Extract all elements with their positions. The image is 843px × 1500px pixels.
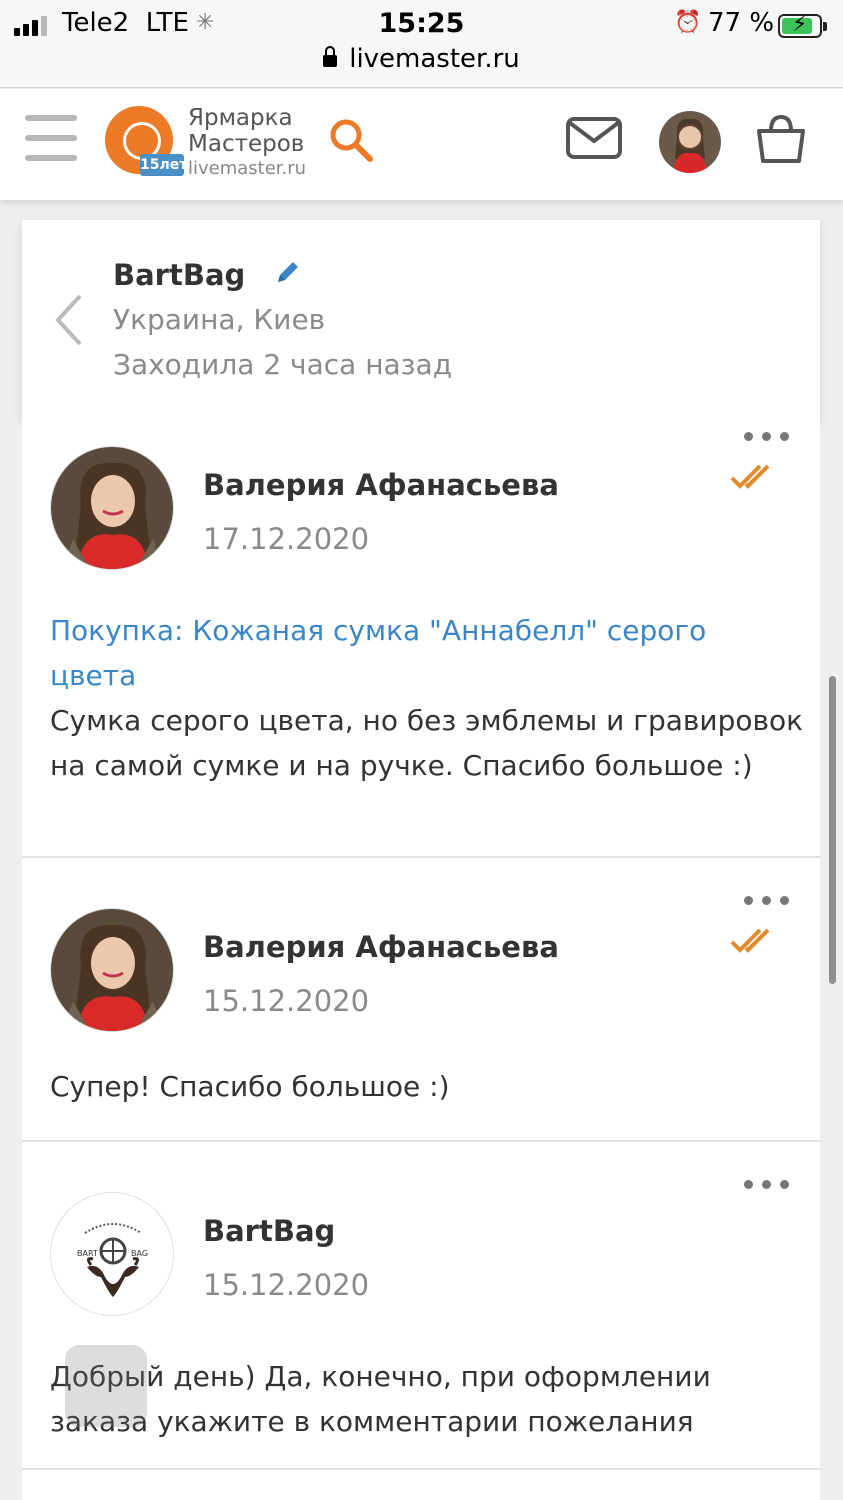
lock-icon [323, 46, 338, 67]
message-feed: Валерия Афанасьева 17.12.2020 Покупка: К… [22, 420, 820, 1500]
message-item: Валерия Афанасьева 17.12.2020 Покупка: К… [22, 420, 820, 858]
message-date: 17.12.2020 [203, 522, 370, 556]
mail-icon[interactable] [566, 117, 622, 159]
last-seen-status: Заходила 2 часа назад [113, 348, 453, 381]
logo-text: Ярмарка Мастеров [188, 105, 305, 157]
author-avatar[interactable]: BART BAG [50, 1192, 174, 1316]
author-name[interactable]: BartBag [203, 1214, 335, 1248]
author-avatar[interactable] [50, 446, 174, 570]
status-bar: Tele2 LTE ✳ 15:25 ⏰ 77 % ⚡ livemaster.ru [0, 0, 843, 88]
shop-name[interactable]: BartBag [113, 258, 245, 292]
read-receipt-icon [730, 464, 770, 489]
alarm-icon: ⏰ [674, 10, 702, 35]
author-avatar[interactable] [50, 908, 174, 1032]
pencil-icon[interactable] [274, 258, 302, 286]
conversation-header: BartBag Украина, Киев Заходила 2 часа на… [22, 220, 820, 420]
back-arrow-icon[interactable] [52, 292, 86, 348]
site-header: 15лет Ярмарка Мастеров livemaster.ru [0, 89, 843, 200]
floating-overlay-button[interactable] [65, 1345, 147, 1427]
message-text: Сумка серого цвета, но без эмблемы и гра… [50, 704, 804, 782]
menu-icon[interactable] [25, 115, 77, 167]
message-text: Супер! Спасибо большое :) [50, 1070, 450, 1103]
address-bar[interactable]: livemaster.ru [0, 44, 843, 74]
message-text: Добрый день) Да, конечно, при оформлении… [50, 1360, 711, 1438]
author-name[interactable]: Валерия Афанасьева [203, 930, 559, 964]
shop-location: Украина, Киев [113, 303, 326, 336]
read-receipt-icon [730, 928, 770, 953]
message-date: 15.12.2020 [203, 984, 370, 1018]
logo-url: livemaster.ru [188, 158, 307, 179]
battery-percent: 77 % [708, 8, 775, 38]
author-name[interactable]: Валерия Афанасьева [203, 468, 559, 502]
message-item: Валерия Афанасьева 15.12.2020 Супер! Спа… [22, 858, 820, 1142]
more-options-icon[interactable] [744, 432, 790, 442]
more-options-icon[interactable] [744, 1180, 790, 1190]
svg-text:BAG: BAG [131, 1249, 148, 1258]
url-text: livemaster.ru [349, 44, 520, 74]
scrollbar[interactable] [829, 676, 836, 984]
user-avatar[interactable] [659, 111, 721, 173]
purchase-link[interactable]: Покупка: Кожаная сумка "Аннабелл" серого… [50, 608, 770, 698]
more-options-icon[interactable] [744, 896, 790, 906]
anniversary-badge: 15лет [140, 154, 187, 176]
svg-text:BART: BART [77, 1249, 98, 1258]
battery-charging-icon: ⚡ [778, 12, 827, 38]
message-date: 15.12.2020 [203, 1268, 370, 1302]
search-icon[interactable] [328, 117, 374, 163]
cart-icon[interactable] [756, 113, 806, 165]
